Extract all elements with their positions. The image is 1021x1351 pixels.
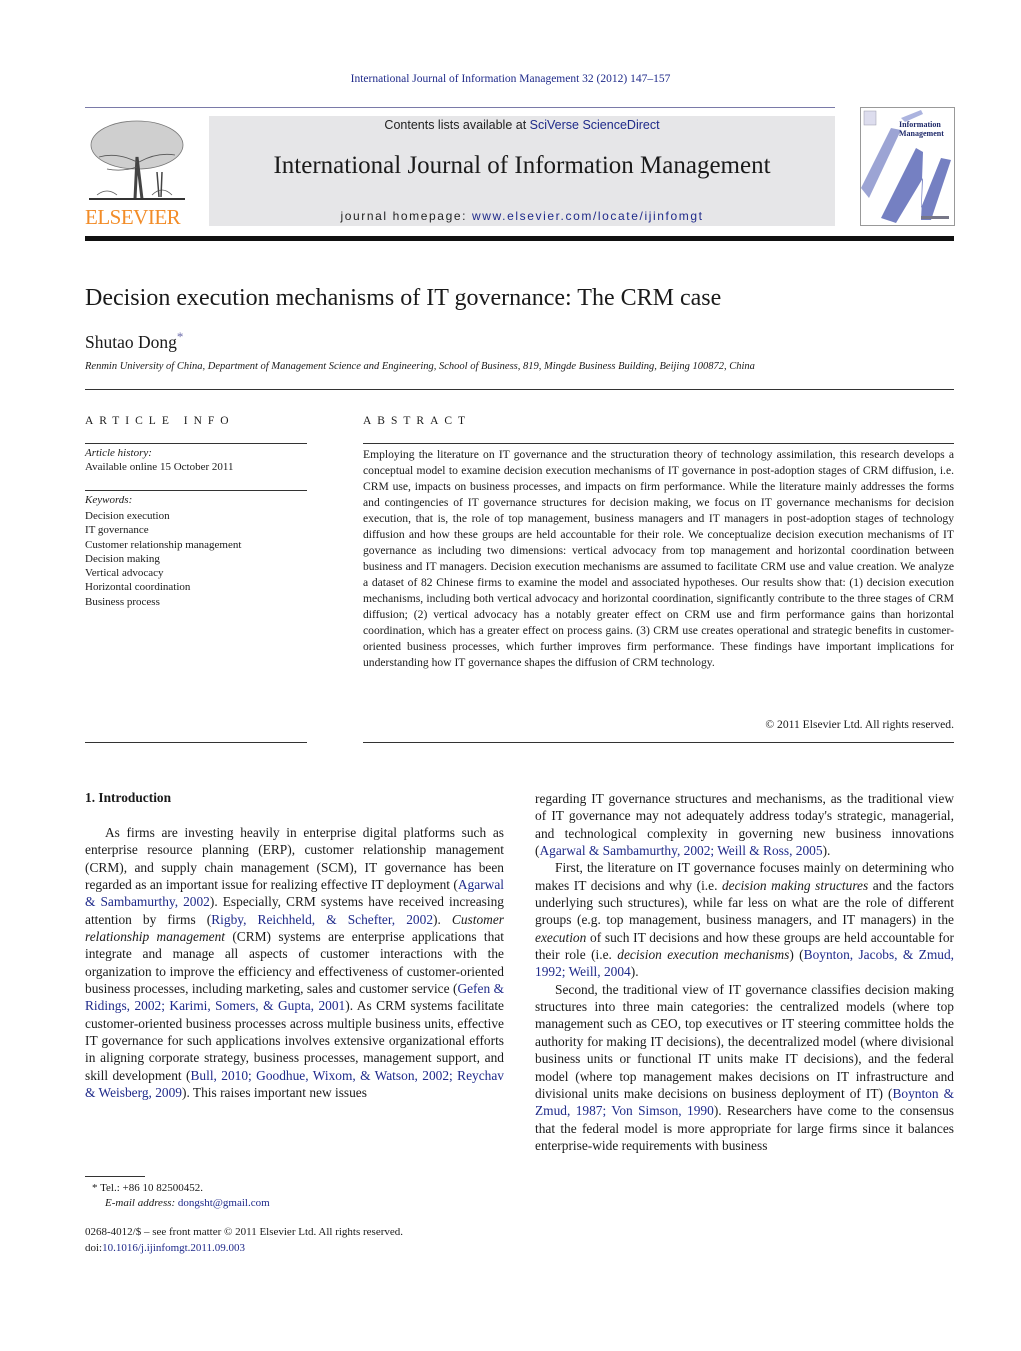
text-run: ). This raises important new issues [182, 1085, 367, 1101]
abstract-text: Employing the literature on IT governanc… [363, 448, 954, 669]
article-history-label: Article history: [85, 447, 152, 459]
body-paragraph: Second, the traditional view of IT gover… [535, 981, 954, 1154]
body-paragraph: As firms are investing heavily in enterp… [85, 824, 504, 1102]
journal-masthead-box: Contents lists available at SciVerse Sci… [209, 116, 835, 226]
doi-line: doi:10.1016/j.ijinfomgt.2011.09.003 [85, 1241, 403, 1257]
abstract-bottom-divider [363, 742, 954, 743]
text-run: ) ( [789, 947, 804, 963]
emphasis-text: decision execution mechanisms [617, 947, 790, 963]
footnote-rule [85, 1176, 145, 1177]
cover-title-line2: Management [899, 129, 944, 138]
author-footnote: * Tel.: +86 10 82500452. E-mail address:… [92, 1181, 270, 1211]
journal-cover-thumbnail[interactable]: Information Management [860, 107, 955, 226]
body-paragraph: First, the literature on IT governance f… [535, 859, 954, 980]
homepage-prefix: journal homepage: [340, 209, 472, 223]
journal-title: International Journal of Information Man… [273, 152, 771, 179]
text-run: As firms are investing heavily in enterp… [85, 825, 504, 893]
article-info-divider [85, 443, 307, 444]
keywords-label: Keywords: [85, 494, 133, 506]
author-affiliation: Renmin University of China, Department o… [85, 361, 755, 372]
contents-prefix: Contents lists available at [384, 118, 530, 132]
abstract-heading: ABSTRACT [363, 415, 472, 427]
citation-link[interactable]: Agarwal & Sambamurthy, 2002; Weill & Ros… [539, 843, 822, 858]
cover-title: Information Management [899, 120, 944, 138]
emphasis-text: execution [535, 929, 587, 945]
journal-homepage-line: journal homepage: www.elsevier.com/locat… [209, 209, 835, 223]
author-name: Shutao Dong [85, 331, 177, 352]
title-divider [85, 389, 954, 390]
article-info-heading: ARTICLE INFO [85, 415, 235, 427]
author-line: Shutao Dong* [85, 329, 183, 353]
text-run: Second, the traditional view of IT gover… [535, 981, 954, 1101]
text-run: ). [630, 964, 639, 980]
elsevier-logo[interactable]: ELSEVIER [85, 115, 200, 230]
issn-line: 0268-4012/$ – see front matter © 2011 El… [85, 1226, 404, 1238]
running-head-journal-citation[interactable]: International Journal of Information Man… [0, 73, 1021, 85]
footnote-marker: * [92, 1182, 98, 1194]
article-info-bottom-divider [85, 742, 307, 743]
front-matter: 0268-4012/$ – see front matter © 2011 El… [85, 1225, 403, 1256]
email-link[interactable]: dongsht@gmail.com [178, 1197, 270, 1209]
keyword-item: Business process [85, 595, 160, 608]
elsevier-wordmark: ELSEVIER [85, 205, 181, 229]
body-column-right: regarding IT governance structures and m… [535, 790, 954, 1154]
keyword-item: Horizontal coordination [85, 581, 191, 594]
article-history-value: Available online 15 October 2011 [85, 461, 234, 473]
keywords-list: Decision execution IT governance Custome… [85, 509, 241, 609]
email-label: E-mail address: [105, 1197, 178, 1209]
body-column-left: As firms are investing heavily in enterp… [85, 824, 504, 1102]
keyword-item: Decision execution [85, 510, 170, 522]
elsevier-tree-icon [89, 120, 185, 200]
text-run: ). [433, 911, 452, 927]
sciencedirect-link[interactable]: SciVerse ScienceDirect [530, 118, 660, 132]
doi-link[interactable]: 10.1016/j.ijinfomgt.2011.09.003 [102, 1242, 245, 1254]
article-title: Decision execution mechanisms of IT gove… [85, 285, 722, 311]
abstract-divider [363, 443, 954, 444]
citation-link[interactable]: Rigby, Reichheld, & Schefter, 2002 [211, 912, 433, 927]
masthead-top-rule [85, 107, 835, 108]
author-footnote-marker[interactable]: * [177, 329, 184, 344]
masthead-bottom-bar [85, 236, 954, 241]
emphasis-text: decision making structures [721, 877, 869, 893]
contents-availability-line: Contents lists available at SciVerse Sci… [209, 118, 835, 132]
footnote-email-line: E-mail address: dongsht@gmail.com [92, 1196, 270, 1211]
keywords-divider [85, 490, 307, 491]
keyword-item: IT governance [85, 524, 149, 537]
keyword-item: Decision making [85, 552, 160, 565]
footnote-tel: Tel.: +86 10 82500452. [100, 1182, 203, 1194]
section-heading-introduction: 1. Introduction [85, 790, 172, 805]
journal-homepage-link[interactable]: www.elsevier.com/locate/ijinfomgt [472, 209, 704, 223]
body-paragraph: regarding IT governance structures and m… [535, 790, 954, 859]
doi-prefix: doi: [85, 1241, 103, 1254]
cover-title-line1: Information [899, 120, 941, 129]
text-run: ). [822, 843, 831, 859]
keyword-item: Customer relationship management [85, 538, 242, 551]
keyword-item: Vertical advocacy [85, 567, 164, 580]
abstract-copyright: © 2011 Elsevier Ltd. All rights reserved… [765, 718, 954, 731]
footnote-tel-line: * Tel.: +86 10 82500452. [92, 1181, 270, 1196]
